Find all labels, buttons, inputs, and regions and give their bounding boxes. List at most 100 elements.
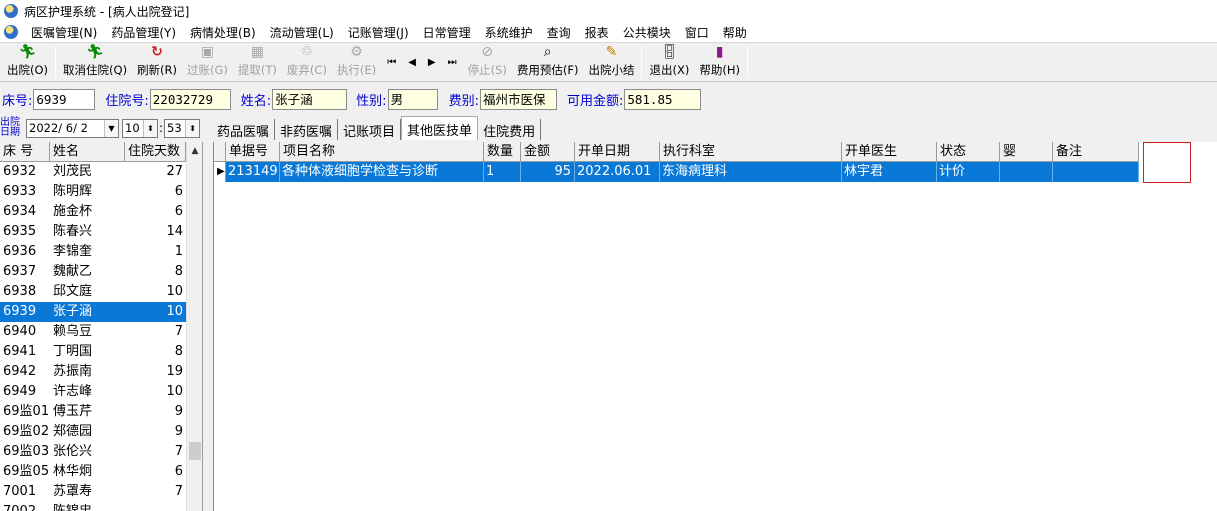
cell-stay-days: 27 [166,164,183,179]
admission-number-field[interactable]: 22032729 [149,88,231,110]
cell-infant[interactable] [1000,162,1053,182]
column-header-days[interactable]: 住院天数 [125,142,186,161]
menu-orders[interactable]: 医嘱管理(N) [24,24,104,41]
bed-list-row[interactable]: 6938 邱文庭 10 [0,282,202,302]
gender-field[interactable]: 男 [387,88,438,110]
cell-amount[interactable]: 95 [521,162,575,182]
post-button[interactable]: ▣ 过账(G) [182,43,233,81]
menu-help[interactable]: 帮助 [716,24,754,41]
bed-list-row[interactable]: 6939 张子涵 10 [0,302,202,322]
prev-record-icon[interactable]: ◀ [408,57,416,68]
fee-estimate-button[interactable]: ⌕ 费用预估(F) [512,43,584,81]
bed-list-row[interactable]: 6935 陈春兴 14 [0,222,202,242]
column-header-status[interactable]: 状态 [937,142,1000,161]
spin-arrows-icon[interactable]: ⬍ [185,119,200,137]
stop-button[interactable]: ⊘ 停止(S) [463,43,512,81]
column-header-dept[interactable]: 执行科室 [660,142,842,161]
column-header-quantity[interactable]: 数量 [484,142,521,161]
cell-bed-number: 6934 [3,204,37,219]
menu-condition[interactable]: 病情处理(B) [183,24,263,41]
discharge-summary-button[interactable]: ✎ 出院小结 [583,43,639,81]
cell-quantity[interactable]: 1 [484,162,521,182]
fee-type-field[interactable]: 福州市医保 [479,88,557,110]
menu-query[interactable]: 查询 [540,24,578,41]
tab-billing-items[interactable]: 记账项目 [338,119,402,140]
menu-daily[interactable]: 日常管理 [416,24,478,41]
column-header-amount[interactable]: 金额 [521,142,575,161]
tab-drug-orders[interactable]: 药品医嘱 [212,119,276,140]
cell-patient-name: 赖乌豆 [53,324,93,339]
cell-stay-days: 9 [174,424,183,439]
cell-stay-days: 7 [174,444,183,459]
column-header-remarks[interactable]: 备注 [1053,142,1139,161]
cell-order-date[interactable]: 2022.06.01 [575,162,660,182]
bed-list-row[interactable]: 69监05 林华炯 6 [0,462,202,482]
app-icon [4,4,18,18]
extract-button[interactable]: ▦ 提取(T) [233,43,282,81]
spin-arrows-icon[interactable]: ⬍ [143,119,157,137]
bed-list-row[interactable]: 6934 施金杯 6 [0,202,202,222]
scroll-up-icon[interactable]: ▲ [187,142,202,160]
tab-other-tech-orders[interactable]: 其他医技单 [401,116,479,140]
cell-status[interactable]: 计价 [937,162,1000,182]
menu-reports[interactable]: 报表 [578,24,616,41]
next-record-icon[interactable]: ▶ [428,57,436,68]
menu-flow[interactable]: 流动管理(L) [263,24,341,41]
bed-field[interactable]: 6939 [33,88,96,110]
help-button[interactable]: ▮ 帮助(H) [694,43,745,81]
bed-list-scrollbar[interactable]: ▲ [186,142,202,511]
first-record-icon[interactable]: ⏮ [387,57,396,68]
column-header-doc-no[interactable]: 单据号 [226,142,280,161]
cell-doctor[interactable]: 林宇君 [842,162,937,182]
menu-window[interactable]: 窗口 [678,24,716,41]
discharge-button[interactable]: 🏃︎ 出院(O) [2,43,53,81]
bed-list-row[interactable]: 6949 许志峰 10 [0,382,202,402]
cell-bed-number: 6942 [3,364,37,379]
tab-non-drug-orders[interactable]: 非药医嘱 [275,119,339,140]
minute-spinner[interactable]: 53 ⬍ [164,118,201,138]
column-header-item-name[interactable]: 项目名称 [280,142,484,161]
cell-dept[interactable]: 东海病理科 [660,162,842,182]
bed-list-row[interactable]: 6932 刘茂民 27 [0,162,202,182]
column-header-doctor[interactable]: 开单医生 [842,142,937,161]
bed-list-row[interactable]: 69监03 张伦兴 7 [0,442,202,462]
patient-name-field[interactable]: 张子涵 [272,88,348,110]
scrollbar-thumb[interactable] [189,442,201,460]
column-header-order-date[interactable]: 开单日期 [575,142,660,161]
bed-list-row[interactable]: 6936 李锦奎 1 [0,242,202,262]
bed-list-row[interactable]: 7001 苏罩寿 7 [0,482,202,502]
cell-item-name[interactable]: 各种体液细胞学检查与诊断 [280,162,484,182]
bed-list-row[interactable]: 6933 陈明辉 6 [0,182,202,202]
bed-list-row[interactable]: 69监01 傅玉芹 9 [0,402,202,422]
bed-list-row[interactable]: 6940 赖乌豆 7 [0,322,202,342]
menu-drugs[interactable]: 药品管理(Y) [104,24,183,41]
hour-spinner[interactable]: 10 ⬍ [122,118,158,138]
menu-system[interactable]: 系统维护 [478,24,540,41]
discharge-date-picker[interactable]: 2022/ 6/ 2 ▼ [26,118,119,138]
chevron-down-icon[interactable]: ▼ [104,119,118,137]
bed-list-row[interactable]: 6942 苏振南 19 [0,362,202,382]
cell-remarks[interactable] [1053,162,1139,182]
column-header-infant[interactable]: 婴 [1000,142,1053,161]
execute-button[interactable]: ⚙ 执行(E) [332,43,381,81]
last-record-icon[interactable]: ⏭ [448,57,457,68]
bed-list-row[interactable]: 6937 魏献乙 8 [0,262,202,282]
menu-common[interactable]: 公共模块 [616,24,678,41]
bed-list-row[interactable]: 6941 丁明国 8 [0,342,202,362]
bed-list-row[interactable]: 69监02 郑德园 9 [0,422,202,442]
available-balance-field[interactable]: 581.85 [624,88,702,110]
cancel-discharge-button[interactable]: 🏃︎ 取消住院(Q) [58,43,132,81]
window-menu-icon[interactable] [4,25,18,39]
discard-button[interactable]: ♲ 废弃(C) [282,43,332,81]
pencil-icon: ✎ [605,44,618,60]
exit-button[interactable]: 🚪︎ 退出(X) [644,43,694,81]
menu-billing[interactable]: 记账管理(J) [341,24,416,41]
column-header-name[interactable]: 姓名 [50,142,125,161]
table-row[interactable]: ▶ 213149 各种体液细胞学检查与诊断 1 95 2022.06.01 东海… [214,162,1139,182]
column-header-bed[interactable]: 床 号 [0,142,50,161]
cell-doc-no[interactable]: 213149 [226,162,280,182]
cell-bed-number: 6938 [3,284,37,299]
bed-list-row[interactable]: 7002陈锦忠 [0,502,202,511]
tab-inpatient-fees[interactable]: 住院费用 [478,119,542,140]
refresh-button[interactable]: ↻ 刷新(R) [132,43,182,81]
